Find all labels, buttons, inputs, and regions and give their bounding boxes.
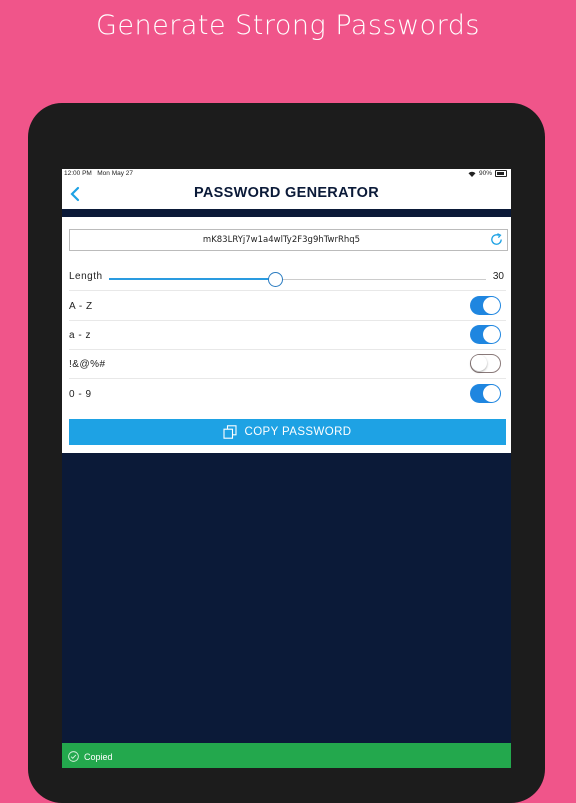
nav-divider — [62, 209, 511, 217]
option-label: a - z — [69, 330, 91, 341]
uppercase-toggle[interactable] — [470, 296, 501, 315]
toggle-knob — [471, 355, 487, 371]
toast-text: Copied — [84, 752, 113, 762]
page-title: PASSWORD GENERATOR — [193, 185, 380, 201]
status-date: Mon May 27 — [97, 170, 134, 177]
slider-fill — [109, 278, 275, 280]
promo-banner-title: Generate Strong Passwords — [95, 10, 480, 41]
wifi-icon — [468, 171, 476, 177]
check-circle-icon — [68, 751, 79, 762]
battery-percent: 90% — [478, 170, 492, 177]
option-label: 0 - 9 — [69, 389, 92, 400]
status-bar: 12:00 PM Mon May 27 90% — [62, 169, 511, 179]
refresh-icon[interactable] — [489, 232, 504, 247]
generator-card: mK83LRYj7w1a4wlTy2F3g9hTwrRhq5 Length 30… — [62, 217, 511, 453]
length-slider[interactable] — [109, 272, 486, 287]
app-screen: 12:00 PM Mon May 27 90% PASSWORD GENERAT… — [62, 169, 511, 768]
battery-icon — [495, 170, 507, 177]
option-label: !&@%# — [69, 359, 106, 370]
symbols-toggle[interactable] — [470, 354, 501, 373]
copy-icon — [223, 425, 238, 439]
toggle-knob — [483, 297, 500, 314]
status-time-text: 12:00 PM — [64, 170, 92, 177]
copied-toast: Copied — [62, 743, 511, 768]
toggle-knob — [483, 385, 500, 402]
option-row-digits: 0 - 9 — [69, 379, 506, 408]
copy-password-button[interactable]: COPY PASSWORD — [69, 419, 506, 445]
toggle-knob — [483, 326, 500, 343]
digits-toggle[interactable] — [470, 384, 501, 403]
password-text: mK83LRYj7w1a4wlTy2F3g9hTwrRhq5 — [202, 235, 361, 245]
lowercase-toggle[interactable] — [470, 325, 501, 344]
password-field[interactable]: mK83LRYj7w1a4wlTy2F3g9hTwrRhq5 — [69, 229, 508, 251]
option-row-symbols: !&@%# — [69, 349, 506, 379]
status-right: 90% — [468, 170, 507, 177]
copy-button-label: COPY PASSWORD — [244, 426, 352, 438]
option-label: A - Z — [69, 301, 93, 312]
length-label: Length — [69, 271, 103, 282]
option-row-uppercase: A - Z — [69, 291, 506, 321]
status-time: 12:00 PM Mon May 27 — [64, 170, 133, 177]
length-row: Length 30 — [69, 261, 506, 291]
nav-bar: PASSWORD GENERATOR — [62, 179, 511, 209]
length-value: 30 — [492, 271, 504, 282]
slider-thumb[interactable] — [267, 272, 283, 287]
option-row-lowercase: a - z — [69, 320, 506, 350]
